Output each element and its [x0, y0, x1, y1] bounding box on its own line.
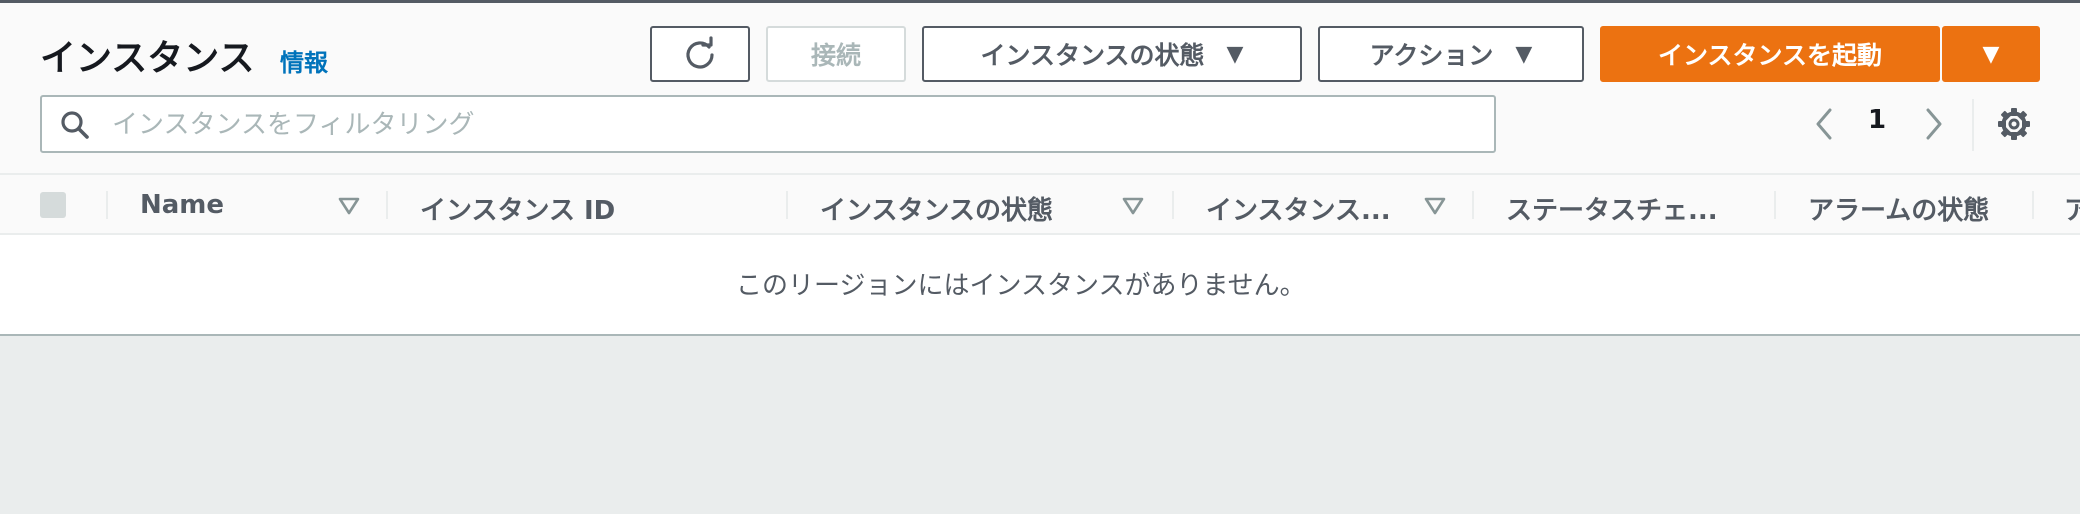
column-divider: [106, 191, 108, 219]
column-divider: [386, 191, 388, 219]
pager-divider: [1972, 99, 1974, 151]
column-divider: [2032, 191, 2034, 219]
connect-label: 接続: [810, 41, 861, 70]
search-icon: [61, 111, 89, 139]
sort-icon[interactable]: [1424, 197, 1446, 215]
sort-icon[interactable]: [338, 197, 360, 215]
gear-icon[interactable]: [1996, 106, 2032, 142]
column-divider: [1472, 191, 1474, 219]
column-header-name[interactable]: Name: [140, 190, 224, 220]
table-header: Name インスタンス ID インスタンスの状態 インスタンス... ステータス…: [0, 173, 2080, 235]
select-all-checkbox[interactable]: [40, 192, 66, 218]
instances-header: インスタンス 情報 接続 インスタンスの状態 ▼ アクション ▼ インスタンスを…: [0, 3, 2080, 173]
search-input[interactable]: [110, 105, 1474, 145]
column-divider: [1774, 191, 1776, 219]
instance-state-dropdown[interactable]: インスタンスの状態 ▼: [922, 26, 1302, 82]
column-header-status-check[interactable]: ステータスチェ...: [1506, 190, 1718, 227]
refresh-icon: [686, 36, 714, 69]
filter-search[interactable]: [40, 95, 1496, 153]
column-divider: [786, 191, 788, 219]
column-header-instance-type[interactable]: インスタンス...: [1206, 190, 1391, 227]
actions-label: アクション: [1369, 41, 1494, 70]
launch-label: インスタンスを起動: [1657, 41, 1882, 70]
instances-panel: インスタンス 情報 接続 インスタンスの状態 ▼ アクション ▼ インスタンスを…: [0, 0, 2080, 336]
refresh-button[interactable]: [650, 26, 750, 82]
chevron-right-icon[interactable]: [1922, 106, 1946, 142]
empty-state-message: このリージョンにはインスタンスがありません。: [736, 271, 1306, 301]
instance-state-label: インスタンスの状態: [980, 41, 1205, 70]
column-divider: [1172, 191, 1174, 219]
sort-icon[interactable]: [1122, 197, 1144, 215]
launch-options-button[interactable]: ▼: [1942, 26, 2040, 82]
page-title: インスタンス: [40, 38, 255, 79]
column-header-instance-id[interactable]: インスタンス ID: [420, 190, 615, 227]
actions-dropdown[interactable]: アクション ▼: [1318, 26, 1584, 82]
column-header-alarm-status[interactable]: アラームの状態: [1808, 190, 1989, 227]
info-link[interactable]: 情報: [280, 43, 328, 78]
launch-instances-button[interactable]: インスタンスを起動: [1600, 26, 1940, 82]
column-header-truncated[interactable]: ア: [2064, 190, 2080, 227]
page-number[interactable]: 1: [1862, 105, 1892, 135]
caret-down-icon: ▼: [1982, 41, 2000, 67]
chevron-left-icon[interactable]: [1812, 106, 1836, 142]
caret-down-icon: ▼: [1515, 41, 1533, 67]
connect-button[interactable]: 接続: [766, 26, 906, 82]
column-header-instance-state[interactable]: インスタンスの状態: [820, 190, 1053, 227]
caret-down-icon: ▼: [1226, 41, 1244, 67]
